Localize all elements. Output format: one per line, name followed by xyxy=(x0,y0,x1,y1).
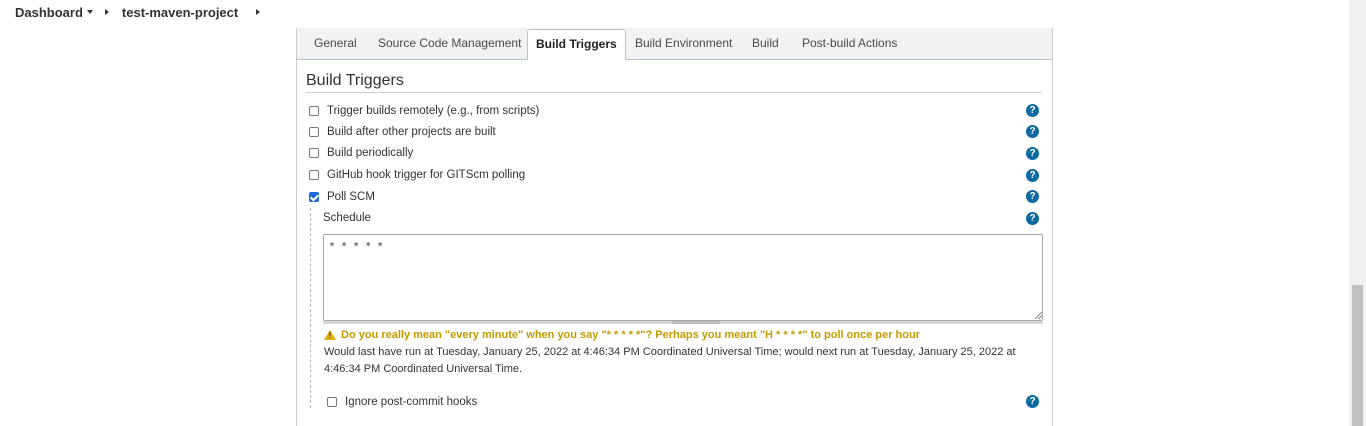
schedule-label: Schedule xyxy=(323,212,371,224)
tab-post-build-actions[interactable]: Post-build Actions xyxy=(802,28,897,60)
trigger-github-hook-label[interactable]: GitHub hook trigger for GITScm polling xyxy=(327,169,525,181)
ignore-post-commit-checkbox[interactable] xyxy=(327,397,337,407)
breadcrumb-dashboard[interactable]: Dashboard xyxy=(15,5,93,20)
schedule-info-text: Would last have run at Tuesday, January … xyxy=(324,346,1016,375)
breadcrumb-dashboard-label[interactable]: Dashboard xyxy=(15,5,83,20)
chevron-down-icon[interactable] xyxy=(86,10,93,14)
breadcrumb-project[interactable]: test-maven-project xyxy=(122,5,238,20)
trigger-after-other-row[interactable]: Build after other projects are built xyxy=(309,124,496,140)
tab-build[interactable]: Build xyxy=(752,28,779,60)
trigger-periodic-label[interactable]: Build periodically xyxy=(327,147,413,159)
schedule-textarea[interactable]: * * * * * xyxy=(323,234,1043,321)
nested-options-border xyxy=(310,208,311,408)
tab-build-triggers[interactable]: Build Triggers xyxy=(527,29,626,60)
section-divider xyxy=(306,92,1042,93)
trigger-periodic-row[interactable]: Build periodically xyxy=(309,145,413,161)
trigger-poll-scm-checkbox[interactable] xyxy=(309,192,319,202)
help-icon[interactable]: ? xyxy=(1026,190,1039,203)
breadcrumb: Dashboard test-maven-project xyxy=(0,0,1349,24)
help-icon[interactable]: ? xyxy=(1026,169,1039,182)
ignore-post-commit-row[interactable]: Ignore post-commit hooks xyxy=(327,394,477,410)
trigger-after-other-label[interactable]: Build after other projects are built xyxy=(327,126,496,138)
config-panel: General Source Code Management Build Tri… xyxy=(296,28,1053,426)
help-icon[interactable]: ? xyxy=(1026,147,1039,160)
help-icon[interactable]: ? xyxy=(1026,125,1039,138)
help-icon[interactable]: ? xyxy=(1026,395,1039,408)
page-scrollbar[interactable] xyxy=(1349,0,1366,426)
schedule-scrollbar[interactable] xyxy=(323,321,1043,324)
schedule-scrollbar-thumb[interactable] xyxy=(672,321,720,324)
trigger-remote-checkbox[interactable] xyxy=(309,106,319,116)
section-title: Build Triggers xyxy=(306,72,404,89)
trigger-remote-label[interactable]: Trigger builds remotely (e.g., from scri… xyxy=(327,105,539,117)
config-tabbar: General Source Code Management Build Tri… xyxy=(297,28,1052,60)
tab-source-code-management[interactable]: Source Code Management xyxy=(378,28,521,60)
ignore-post-commit-label[interactable]: Ignore post-commit hooks xyxy=(345,396,477,408)
resize-grip-icon[interactable] xyxy=(1035,312,1042,319)
trigger-after-other-checkbox[interactable] xyxy=(309,127,319,137)
tab-general[interactable]: General xyxy=(314,28,357,60)
chevron-right-icon[interactable] xyxy=(256,9,261,15)
trigger-periodic-checkbox[interactable] xyxy=(309,148,319,158)
trigger-poll-scm-row[interactable]: Poll SCM xyxy=(309,189,375,205)
help-icon[interactable]: ? xyxy=(1026,212,1039,225)
trigger-github-hook-checkbox[interactable] xyxy=(309,170,319,180)
trigger-poll-scm-label[interactable]: Poll SCM xyxy=(327,191,375,203)
trigger-github-hook-row[interactable]: GitHub hook trigger for GITScm polling xyxy=(309,167,525,183)
trigger-remote-row[interactable]: Trigger builds remotely (e.g., from scri… xyxy=(309,103,539,119)
chevron-right-icon[interactable] xyxy=(104,9,109,15)
page-scrollbar-thumb[interactable] xyxy=(1352,285,1363,426)
warning-icon xyxy=(324,330,336,340)
schedule-warning: Do you really mean "every minute" when y… xyxy=(324,329,920,341)
help-icon[interactable]: ? xyxy=(1026,104,1039,117)
schedule-warning-text: Do you really mean "every minute" when y… xyxy=(341,329,920,341)
tab-build-environment[interactable]: Build Environment xyxy=(635,28,732,60)
breadcrumb-project-label[interactable]: test-maven-project xyxy=(122,5,238,20)
